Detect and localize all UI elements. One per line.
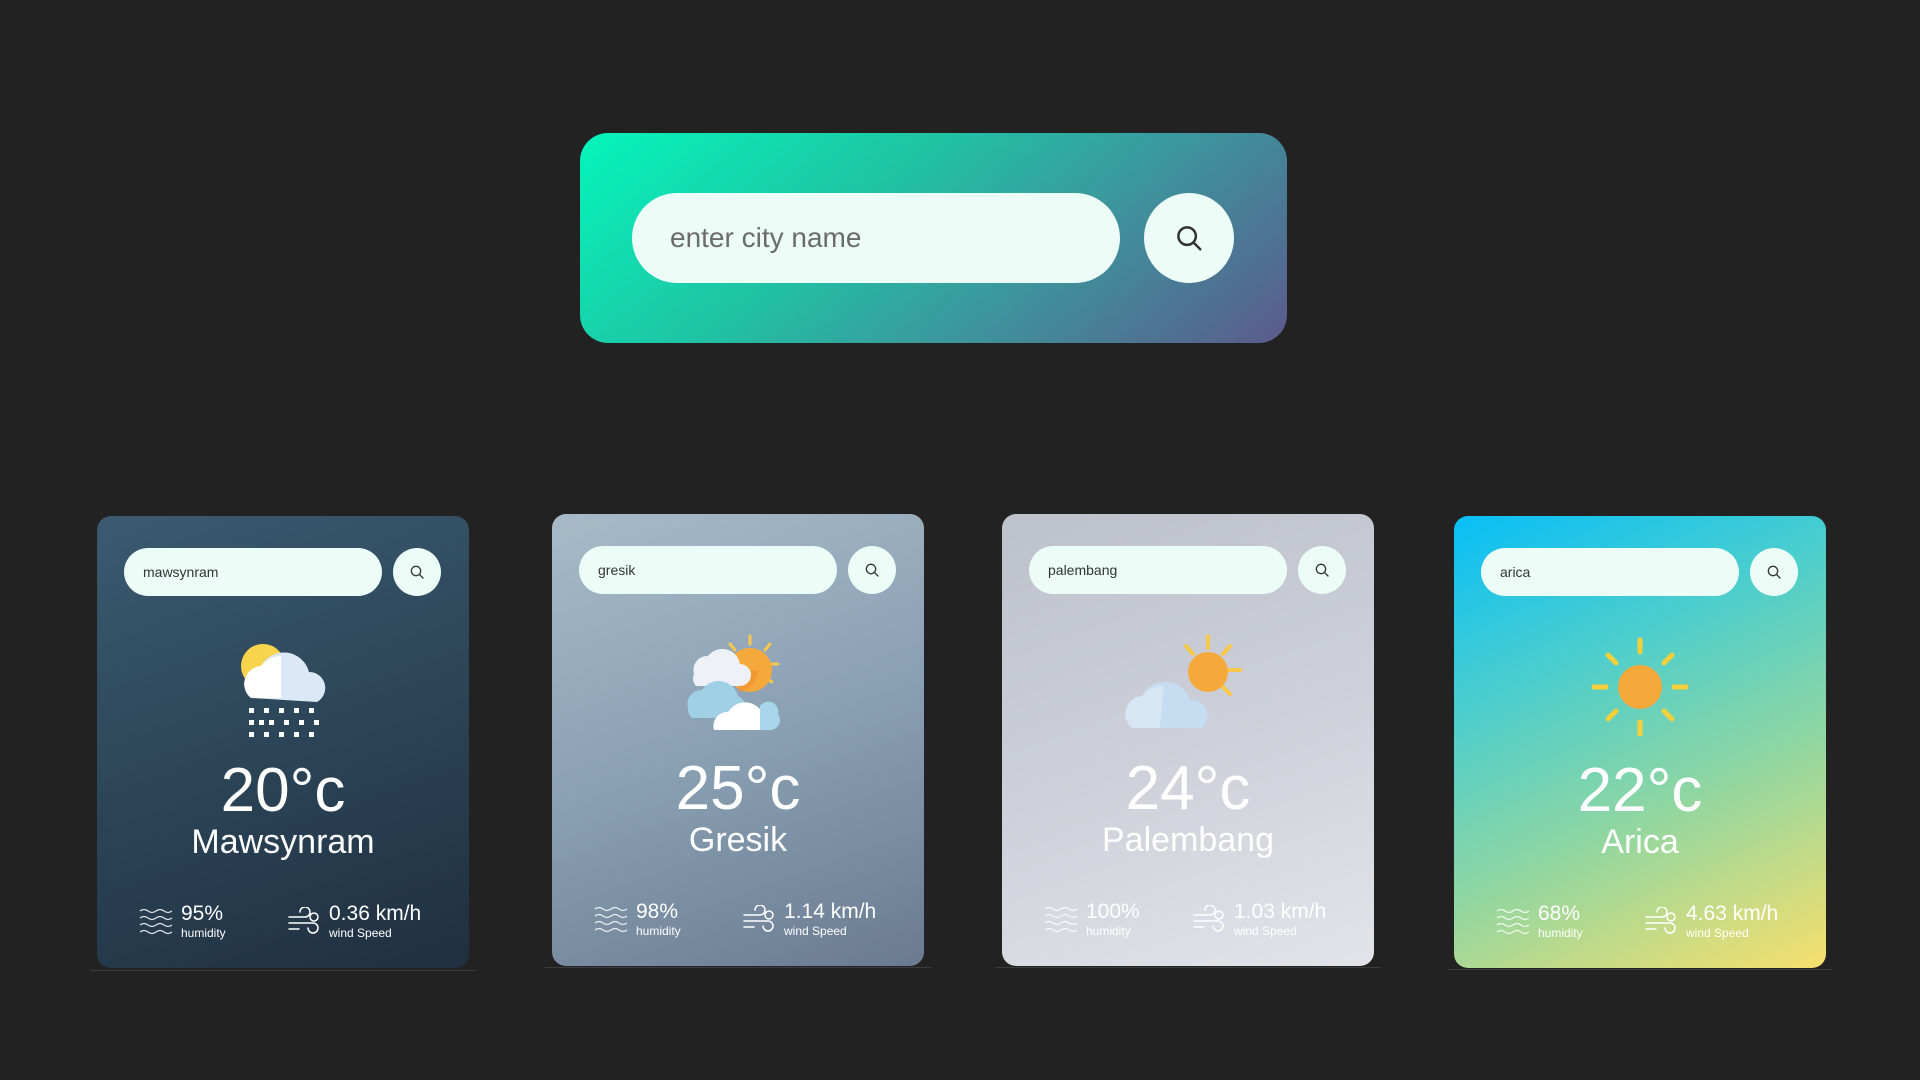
wind-stat: 4.63 km/h wind Speed [1644,900,1778,944]
weather-card-arica: 22°c Arica 68% humidity 4.63 km/h wind S… [1454,516,1826,968]
card-search-button[interactable] [1750,548,1798,596]
wind-stat: 0.36 km/h wind Speed [287,900,421,944]
humidity-stat: 95% humidity [139,900,226,944]
humidity-label: humidity [1086,924,1131,938]
search-button[interactable] [1144,193,1234,283]
wind-value: 0.36 km/h [329,902,422,925]
sun-behind-cloud-icon [1125,634,1242,728]
wind-icon [288,907,319,934]
wind-icon [1645,907,1676,934]
card-shadow-line [1447,969,1833,970]
humidity-waves-icon [594,906,628,933]
city-search-input[interactable] [632,193,1120,283]
sun-icon [1591,637,1689,737]
weather-card-palembang: 24°c Palembang 100% humidity 1.03 km/h w… [1002,514,1374,966]
humidity-waves-icon [1496,908,1530,935]
wind-stat: 1.03 km/h wind Speed [1192,898,1326,942]
wind-label: wind Speed [1686,926,1749,940]
search-icon [1177,226,1202,251]
search-icon [1767,565,1781,579]
partly-cloudy-icon [687,634,780,730]
card-search-button[interactable] [393,548,441,596]
wind-label: wind Speed [784,924,847,938]
card-city-input[interactable] [1029,546,1287,594]
humidity-value: 98% [636,900,679,923]
city-name: Palembang [1101,821,1274,859]
city-name: Gresik [688,821,788,859]
card-search-button[interactable] [848,546,896,594]
snow-cloud-sun-icon [241,644,326,737]
humidity-label: humidity [181,926,226,940]
wind-stat: 1.14 km/h wind Speed [742,898,876,942]
humidity-stat: 98% humidity [594,898,681,942]
humidity-label: humidity [636,924,681,938]
main-search-panel [580,133,1287,343]
city-name: Arica [1601,823,1679,861]
temperature: 22°c [1577,756,1703,825]
card-search-button[interactable] [1298,546,1346,594]
wind-label: wind Speed [329,926,392,940]
search-icon [410,565,424,579]
card-city-input[interactable] [124,548,382,596]
city-name: Mawsynram [191,823,375,861]
wind-label: wind Speed [1234,924,1297,938]
humidity-value: 68% [1538,902,1581,925]
card-city-input[interactable] [1481,548,1739,596]
wind-icon [743,905,774,932]
humidity-label: humidity [1538,926,1583,940]
card-shadow-line [545,967,931,968]
humidity-value: 100% [1086,900,1140,923]
humidity-stat: 100% humidity [1044,898,1140,942]
card-city-input[interactable] [579,546,837,594]
temperature: 25°c [675,754,801,823]
card-shadow-line [90,970,476,971]
wind-value: 1.14 km/h [784,900,877,923]
temperature: 20°c [220,756,346,825]
humidity-waves-icon [139,908,173,935]
card-shadow-line [995,967,1381,968]
wind-icon [1193,905,1224,932]
weather-card-mawsynram: 20°c Mawsynram 95% humidity 0.36 km/h wi… [97,516,469,968]
search-icon [865,563,879,577]
wind-value: 4.63 km/h [1686,902,1779,925]
search-icon [1315,563,1329,577]
wind-value: 1.03 km/h [1234,900,1327,923]
weather-card-gresik: 25°c Gresik 98% humidity 1.14 km/h wind … [552,514,924,966]
humidity-stat: 68% humidity [1496,900,1583,944]
humidity-value: 95% [181,902,224,925]
temperature: 24°c [1125,754,1251,823]
humidity-waves-icon [1044,906,1078,933]
